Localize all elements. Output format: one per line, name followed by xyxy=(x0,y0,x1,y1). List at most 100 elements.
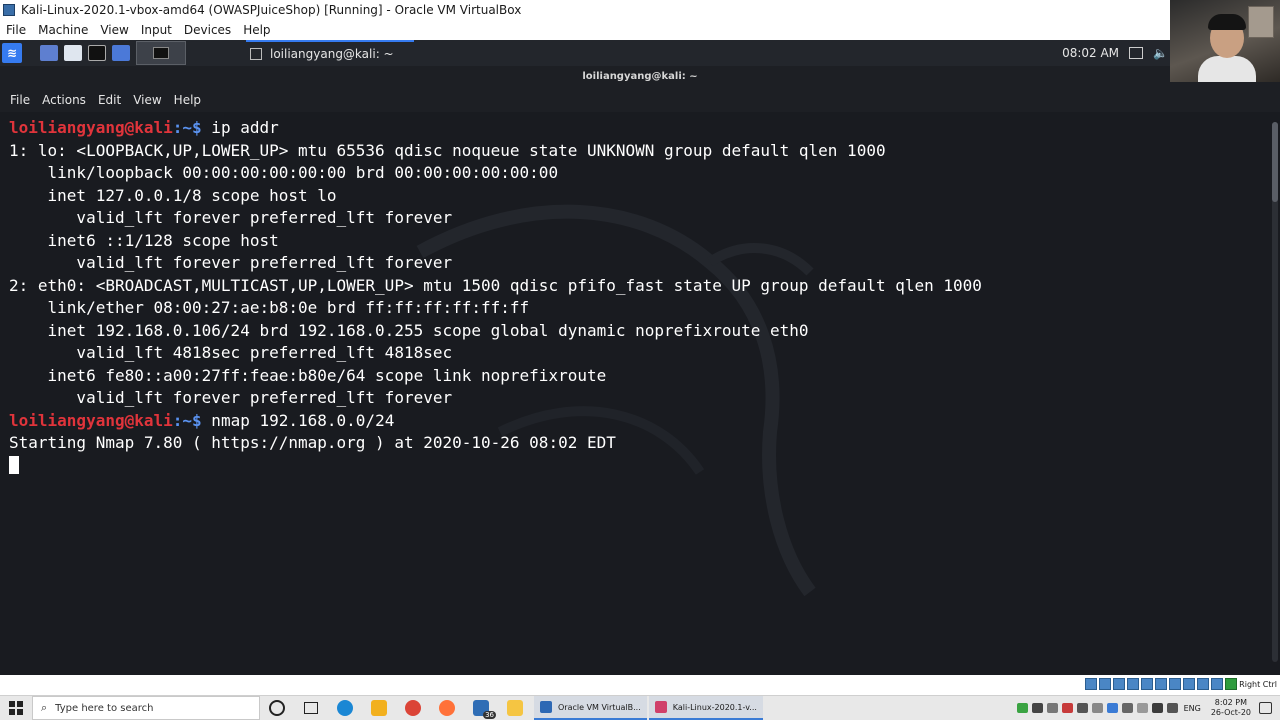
cortana-icon[interactable] xyxy=(260,696,294,720)
tray-app-icon[interactable] xyxy=(1061,703,1073,713)
audio-status-icon[interactable] xyxy=(1113,678,1126,690)
mouse-integration-status-icon[interactable] xyxy=(1197,678,1210,690)
tray-app-icon[interactable] xyxy=(1046,703,1058,713)
file-manager-icon[interactable] xyxy=(64,45,82,61)
vbox-menu-input[interactable]: Input xyxy=(135,23,178,37)
vbox-menu-machine[interactable]: Machine xyxy=(32,23,94,37)
taskbar-time: 8:02 PM xyxy=(1214,698,1248,707)
tray-app-icon[interactable] xyxy=(1091,703,1103,713)
taskbar-date: 26-Oct-20 xyxy=(1210,708,1251,717)
terminal-menu-edit[interactable]: Edit xyxy=(92,93,127,107)
prompt-path: :~$ xyxy=(172,118,202,137)
windows-search-box[interactable]: ⌕ Type here to search xyxy=(32,696,260,720)
webcam-overlay xyxy=(1170,0,1280,82)
virtualbox-window-icon xyxy=(3,4,15,16)
tray-app-icon[interactable] xyxy=(1121,703,1133,713)
terminal-prompt-line: loiliangyang@kali:~$ nmap 192.168.0.0/24 xyxy=(9,410,982,433)
prompt-command: ip addr xyxy=(201,118,279,137)
terminal-body[interactable]: loiliangyang@kali:~$ ip addr 1: lo: <LOOP… xyxy=(0,112,1280,675)
optical-drive-status-icon[interactable] xyxy=(1099,678,1112,690)
task-view-icon[interactable] xyxy=(294,696,328,720)
windows-logo-icon xyxy=(9,701,23,715)
kali-menu-dragon-icon[interactable]: ≋ xyxy=(2,43,22,63)
terminal-menu-actions[interactable]: Actions xyxy=(36,93,92,107)
volume-icon[interactable]: 🔈 xyxy=(1153,46,1168,60)
terminal-output-line: valid_lft forever preferred_lft forever xyxy=(9,388,453,407)
display-icon[interactable] xyxy=(1129,47,1144,59)
terminal-scrollbar[interactable] xyxy=(1272,122,1278,662)
taskbar-virtualbox-manager[interactable]: Oracle VM VirtualB... xyxy=(534,696,647,720)
terminal-output-line: inet6 fe80::a00:27ff:feae:b80e/64 scope … xyxy=(9,365,607,385)
terminal-output-line: 1: lo: <LOOPBACK,UP,LOWER_UP> mtu 65536 … xyxy=(9,140,886,160)
tray-app-icon[interactable] xyxy=(1031,703,1043,713)
kali-panel-tray: 08:02 AM 🔈 xyxy=(1062,40,1168,66)
vbox-menu-bar: File Machine View Input Devices Help xyxy=(0,20,1280,40)
mail-badge: 36 xyxy=(483,711,496,719)
kali-top-panel: ≋ loiliangyang@kali: ~ 08:02 AM 🔈 xyxy=(0,40,1280,66)
taskbar-kali-vm-label: Kali-Linux-2020.1-v... xyxy=(672,702,757,712)
terminal-window-icon xyxy=(250,48,262,60)
terminal-output-line: valid_lft forever preferred_lft forever xyxy=(9,253,453,272)
taskbar-clock[interactable]: 8:02 PM 26-Oct-20 xyxy=(1211,698,1251,718)
shared-folders-status-icon[interactable] xyxy=(1155,678,1168,690)
tray-app-icon[interactable] xyxy=(1016,703,1028,713)
hard-disk-status-icon[interactable] xyxy=(1085,678,1098,690)
browser-launcher-icon[interactable] xyxy=(112,45,130,61)
system-tray: ENG 8:02 PM 26-Oct-20 xyxy=(1015,696,1280,720)
host-key-label: Right Ctrl xyxy=(1239,679,1277,689)
vbox-menu-view[interactable]: View xyxy=(94,23,134,37)
taskbar-virtualbox-manager-label: Oracle VM VirtualB... xyxy=(558,702,641,712)
prompt-command: nmap 192.168.0.0/24 xyxy=(201,410,395,430)
windows-start-button[interactable] xyxy=(0,696,32,720)
terminal-window-title: loiliangyang@kali: ~ xyxy=(0,66,1280,88)
keyboard-status-icon[interactable] xyxy=(1211,678,1224,690)
taskbar-terminal-tab-label: loiliangyang@kali: ~ xyxy=(270,47,394,61)
terminal-output-line: inet6 ::1/128 scope host xyxy=(9,230,279,250)
terminal-launcher-icon[interactable] xyxy=(88,45,106,61)
terminal-output-line: 2: eth0: <BROADCAST,MULTICAST,UP,LOWER_U… xyxy=(9,275,982,295)
battery-icon[interactable] xyxy=(1151,703,1163,713)
terminal-output-line: inet 127.0.0.1/8 scope host lo xyxy=(9,185,337,205)
webcam-person-hair xyxy=(1208,14,1246,30)
terminal-menu-file[interactable]: File xyxy=(4,93,36,107)
firefox-icon[interactable] xyxy=(430,696,464,720)
mail-icon[interactable]: 36 xyxy=(464,696,498,720)
terminal-output: loiliangyang@kali:~$ ip addr 1: lo: <LOOP… xyxy=(9,117,982,477)
windows-taskbar: ⌕ Type here to search 36 Oracle VM Virtu… xyxy=(0,695,1280,720)
active-terminal-launcher-icon[interactable] xyxy=(136,41,186,65)
taskbar-terminal-tab[interactable]: loiliangyang@kali: ~ xyxy=(246,40,414,66)
language-indicator[interactable]: ENG xyxy=(1184,704,1201,713)
vbox-menu-devices[interactable]: Devices xyxy=(178,23,237,37)
vbox-menu-file[interactable]: File xyxy=(0,23,32,37)
vbox-status-icons: Right Ctrl xyxy=(1085,678,1280,690)
prompt-user: loiliangyang@kali xyxy=(9,118,173,137)
workspace-1-icon[interactable] xyxy=(40,45,58,61)
recording-status-icon[interactable] xyxy=(1183,678,1196,690)
store-icon[interactable] xyxy=(362,696,396,720)
kali-clock[interactable]: 08:02 AM xyxy=(1062,46,1119,60)
taskbar-kali-vm[interactable]: Kali-Linux-2020.1-v... xyxy=(648,696,763,720)
network-status-icon[interactable] xyxy=(1127,678,1140,690)
tray-app-icon[interactable] xyxy=(1076,703,1088,713)
wifi-icon[interactable] xyxy=(1166,703,1178,713)
terminal-menu-view[interactable]: View xyxy=(127,93,167,107)
terminal-output-line: inet 192.168.0.106/24 brd 192.168.0.255 … xyxy=(9,320,809,340)
host-key-arrow-icon xyxy=(1225,678,1238,690)
terminal-menu-bar: File Actions Edit View Help xyxy=(0,88,1280,112)
vbox-title-bar: Kali-Linux-2020.1-vbox-amd64 (OWASPJuice… xyxy=(0,0,1280,20)
vbox-menu-help[interactable]: Help xyxy=(237,23,276,37)
edge-browser-icon[interactable] xyxy=(328,696,362,720)
file-explorer-icon[interactable] xyxy=(498,696,532,720)
usb-status-icon[interactable] xyxy=(1141,678,1154,690)
terminal-menu-help[interactable]: Help xyxy=(168,93,207,107)
chrome-icon[interactable] xyxy=(396,696,430,720)
display-status-icon[interactable] xyxy=(1169,678,1182,690)
search-placeholder: Type here to search xyxy=(55,702,154,714)
tray-app-icon[interactable] xyxy=(1136,703,1148,713)
webcam-person-shirt xyxy=(1198,56,1256,82)
prompt-path: :~$ xyxy=(172,410,202,430)
vbox-window-title: Kali-Linux-2020.1-vbox-amd64 (OWASPJuice… xyxy=(21,3,522,17)
notifications-icon[interactable] xyxy=(1259,702,1272,714)
tray-app-icon[interactable] xyxy=(1106,703,1118,713)
prompt-user: loiliangyang@kali xyxy=(9,410,173,430)
